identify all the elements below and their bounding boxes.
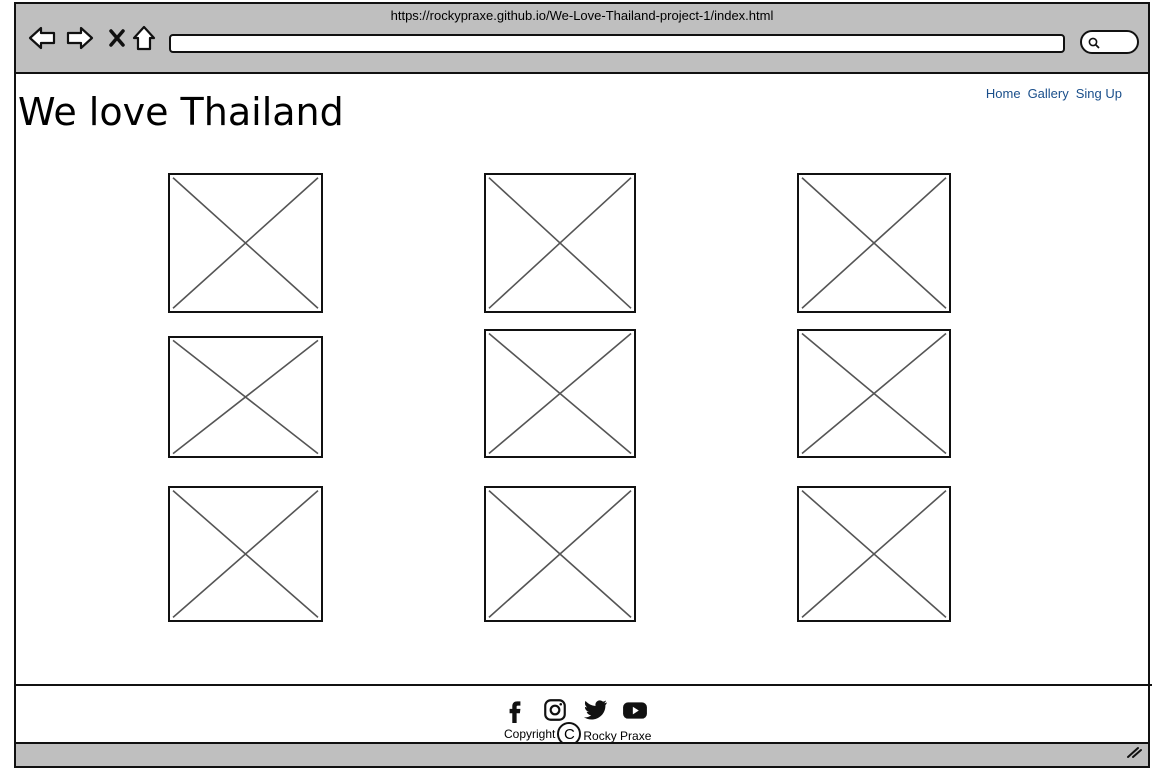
gallery-image-placeholder[interactable] <box>484 329 636 458</box>
gallery-image-placeholder[interactable] <box>168 336 323 458</box>
main-nav: Home Gallery Sing Up <box>986 86 1122 101</box>
close-icon[interactable] <box>103 24 131 52</box>
gallery-image-placeholder[interactable] <box>797 173 951 313</box>
gallery-image-placeholder[interactable] <box>168 173 323 313</box>
gallery-image-placeholder[interactable] <box>797 486 951 622</box>
gallery-image-placeholder[interactable] <box>797 329 951 458</box>
footer-divider <box>16 684 1152 686</box>
browser-window: https://rockypraxe.github.io/We-Love-Tha… <box>14 2 1152 768</box>
browser-status-bar <box>16 742 1148 766</box>
browser-toolbar: https://rockypraxe.github.io/We-Love-Tha… <box>16 4 1148 74</box>
url-text: https://rockypraxe.github.io/We-Love-Tha… <box>390 8 774 23</box>
gallery-image-placeholder[interactable] <box>168 486 323 622</box>
address-bar[interactable] <box>169 34 1065 53</box>
forward-arrow-icon[interactable] <box>66 24 94 52</box>
nav-link-gallery[interactable]: Gallery <box>1028 86 1069 101</box>
back-arrow-icon[interactable] <box>28 24 56 52</box>
resize-grip-icon[interactable] <box>1126 744 1142 763</box>
copyright-label: Copyright <box>504 727 556 741</box>
page-title: We love Thailand <box>18 90 344 134</box>
search-icon <box>1088 37 1100 49</box>
copyright-author: Rocky Praxe <box>583 729 652 743</box>
nav-link-sign-up[interactable]: Sing Up <box>1076 86 1122 101</box>
gallery-image-placeholder[interactable] <box>484 173 636 313</box>
home-icon[interactable] <box>130 24 158 52</box>
gallery-image-placeholder[interactable] <box>484 486 636 622</box>
nav-link-home[interactable]: Home <box>986 86 1021 101</box>
browser-search-box[interactable] <box>1080 30 1139 54</box>
